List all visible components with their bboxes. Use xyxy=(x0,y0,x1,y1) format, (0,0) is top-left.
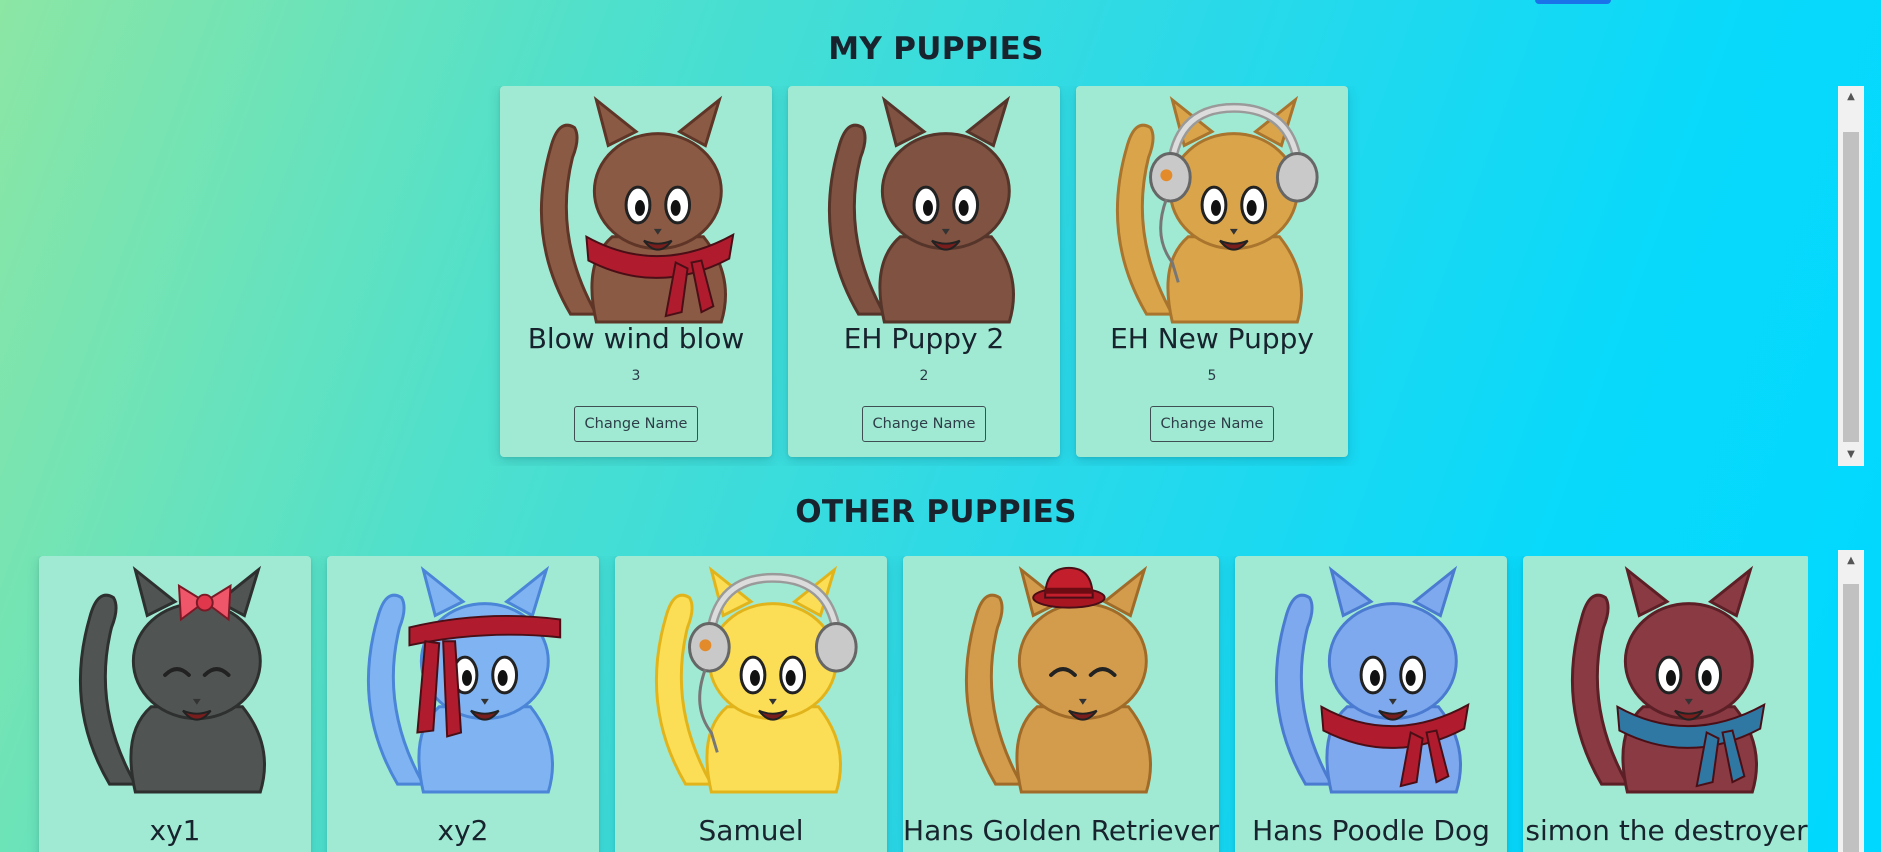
puppy-image xyxy=(78,565,266,794)
puppy-name: Samuel xyxy=(698,814,804,847)
other-puppies-title: OTHER PUPPIES xyxy=(795,494,1077,530)
puppy-count: 3 xyxy=(631,368,641,384)
other-puppies-list[interactable]: xy1 xy2 Samuel Hans Golden Retriever Han… xyxy=(0,556,1808,852)
puppy-card: Hans Golden Retriever xyxy=(903,556,1219,852)
my-puppies-scrollbar[interactable]: ▲ ▼ xyxy=(1838,86,1864,466)
puppy-card: xy1 xyxy=(39,556,311,852)
puppy-name: xy1 xyxy=(149,814,201,847)
my-puppies-title: MY PUPPIES xyxy=(828,31,1044,67)
change-name-button[interactable]: Change Name xyxy=(1150,406,1274,442)
puppy-name: Hans Poodle Dog xyxy=(1252,814,1490,847)
puppy-count: 2 xyxy=(919,368,929,384)
top-nav-button[interactable] xyxy=(1535,0,1611,4)
scroll-up-icon[interactable]: ▲ xyxy=(1838,550,1864,572)
other-puppies-scrollbar[interactable]: ▲ xyxy=(1838,550,1864,852)
puppy-image xyxy=(654,565,858,794)
scrollbar-thumb[interactable] xyxy=(1843,584,1859,852)
puppy-image xyxy=(1274,565,1470,794)
my-puppies-list[interactable]: Blow wind blow 3 Change Name EH Puppy 2 2 Ch… xyxy=(0,86,1838,466)
puppy-name: xy2 xyxy=(437,814,489,847)
puppy-image xyxy=(366,565,562,794)
puppy-card: Hans Poodle Dog xyxy=(1235,556,1507,852)
puppy-card: xy2 xyxy=(327,556,599,852)
puppy-image xyxy=(827,95,1015,324)
puppy-name: Blow wind blow xyxy=(527,322,745,355)
puppy-name: simon the destroyer xyxy=(1525,814,1808,847)
puppy-name: EH New Puppy xyxy=(1110,322,1314,355)
puppy-image xyxy=(1115,95,1319,324)
puppy-card: Samuel xyxy=(615,556,887,852)
scroll-down-icon[interactable]: ▼ xyxy=(1838,444,1864,466)
puppy-image xyxy=(539,95,735,324)
change-name-button[interactable]: Change Name xyxy=(574,406,698,442)
puppy-card: Blow wind blow 3 Change Name xyxy=(500,86,772,457)
puppy-card: simon the destroyer xyxy=(1523,556,1808,852)
puppy-image xyxy=(964,565,1152,794)
puppy-name: Hans Golden Retriever xyxy=(903,814,1219,847)
scroll-up-icon[interactable]: ▲ xyxy=(1838,86,1864,108)
change-name-button[interactable]: Change Name xyxy=(862,406,986,442)
scrollbar-thumb[interactable] xyxy=(1843,132,1859,442)
puppy-count: 5 xyxy=(1207,368,1217,384)
puppy-card: EH Puppy 2 2 Change Name xyxy=(788,86,1060,457)
puppy-image xyxy=(1570,565,1765,794)
puppy-card: EH New Puppy 5 Change Name xyxy=(1076,86,1348,457)
puppy-name: EH Puppy 2 xyxy=(843,322,1005,355)
